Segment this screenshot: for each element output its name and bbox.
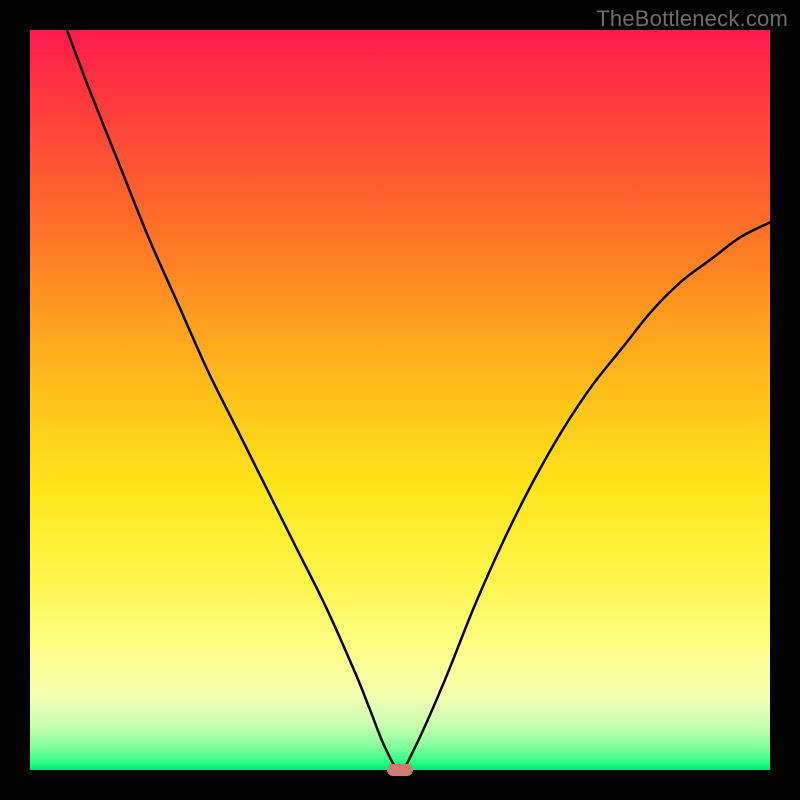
chart-frame: TheBottleneck.com [0, 0, 800, 800]
bottleneck-curve [67, 30, 770, 770]
plot-area [30, 30, 770, 770]
curve-svg [30, 30, 770, 770]
min-marker [387, 764, 413, 776]
watermark-text: TheBottleneck.com [596, 6, 788, 32]
